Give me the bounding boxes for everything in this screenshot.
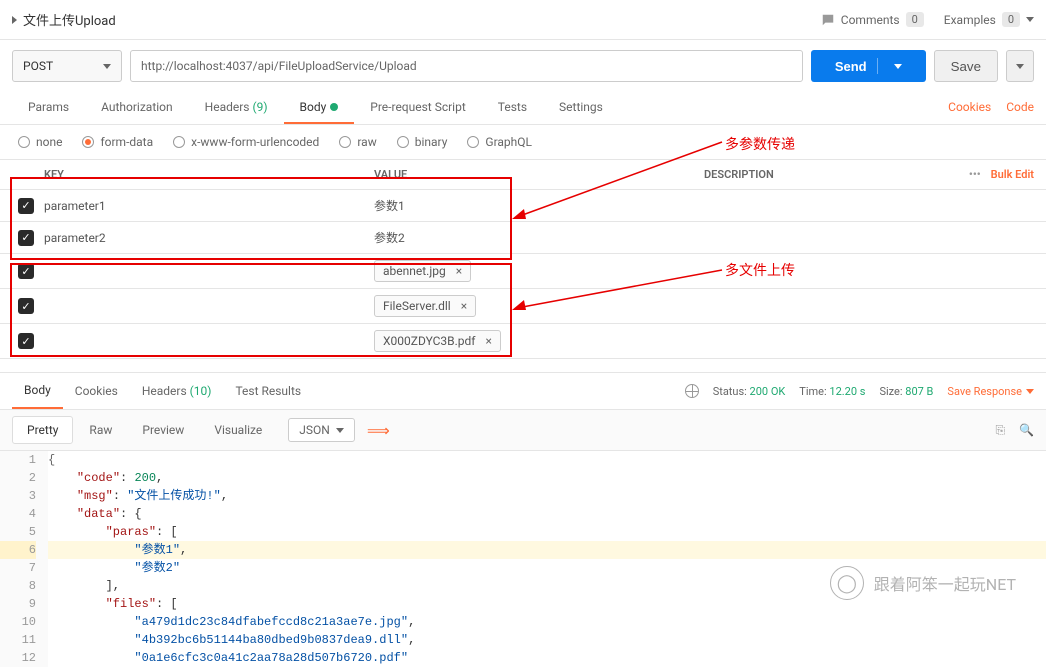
send-button[interactable]: Send: [811, 50, 926, 82]
chevron-down-icon: [103, 64, 111, 69]
row-checkbox[interactable]: [18, 298, 34, 314]
key-cell[interactable]: parameter1: [44, 193, 374, 219]
value-cell[interactable]: 参数2: [374, 223, 704, 252]
url-input[interactable]: http://localhost:4037/api/FileUploadServ…: [130, 50, 803, 82]
wechat-icon: ◯: [830, 566, 864, 600]
column-description: DESCRIPTION •••Bulk Edit: [704, 168, 1046, 181]
tab-prerequest[interactable]: Pre-request Script: [354, 92, 481, 124]
viewer-preview[interactable]: Preview: [128, 417, 198, 443]
request-builder: POST http://localhost:4037/api/FileUploa…: [0, 40, 1046, 92]
radio-binary[interactable]: binary: [397, 135, 448, 149]
comments-button[interactable]: Comments 0: [821, 12, 924, 27]
search-icon[interactable]: 🔍: [1019, 423, 1034, 437]
row-checkbox[interactable]: [18, 333, 34, 349]
key-cell[interactable]: [44, 300, 374, 312]
tab-tests[interactable]: Tests: [482, 92, 543, 124]
tab-settings[interactable]: Settings: [543, 92, 619, 124]
tab-body[interactable]: Body: [284, 92, 355, 124]
method-select[interactable]: POST: [12, 50, 122, 82]
collapse-icon[interactable]: [12, 16, 17, 24]
response-viewer-bar: Pretty Raw Preview Visualize JSON ⟹ ⎘ 🔍: [0, 410, 1046, 451]
copy-icon[interactable]: ⎘: [995, 423, 1005, 438]
annotation-text: 多参数传递: [725, 134, 795, 154]
file-chip[interactable]: X000ZDYC3B.pdf×: [374, 330, 501, 352]
size-value: 807 B: [905, 385, 933, 398]
table-row: abennet.jpg×: [0, 254, 1046, 289]
viewer-raw[interactable]: Raw: [75, 417, 126, 443]
table-row: parameter1 参数1: [0, 190, 1046, 222]
cookies-link[interactable]: Cookies: [948, 100, 991, 114]
key-cell[interactable]: parameter2: [44, 225, 374, 251]
save-response-button[interactable]: Save Response: [947, 385, 1034, 398]
file-chip[interactable]: FileServer.dll×: [374, 295, 476, 317]
request-header: 文件上传Upload Comments 0 Examples 0: [0, 0, 1046, 40]
radio-none[interactable]: none: [18, 135, 62, 149]
line-gutter: 123456789101112: [0, 451, 48, 667]
remove-file-icon[interactable]: ×: [461, 299, 467, 313]
table-row: FileServer.dll×: [0, 289, 1046, 324]
response-tab-body[interactable]: Body: [12, 373, 63, 409]
column-options[interactable]: •••: [969, 168, 981, 181]
table-row: X000ZDYC3B.pdf×: [0, 324, 1046, 359]
tab-params[interactable]: Params: [12, 92, 85, 124]
annotation-text: 多文件上传: [725, 260, 795, 280]
radio-formdata[interactable]: form-data: [82, 135, 153, 149]
response-tab-headers[interactable]: Headers (10): [130, 374, 224, 408]
chevron-down-icon: [894, 64, 902, 69]
value-cell[interactable]: 参数1: [374, 191, 704, 220]
chevron-down-icon: [1026, 17, 1034, 22]
row-checkbox[interactable]: [18, 263, 34, 279]
formdata-table-header: KEY VALUE DESCRIPTION •••Bulk Edit: [0, 160, 1046, 190]
response-tab-test-results[interactable]: Test Results: [223, 374, 313, 408]
radio-raw[interactable]: raw: [339, 135, 376, 149]
watermark: ◯ 跟着阿笨一起玩NET: [830, 566, 1016, 600]
save-button[interactable]: Save: [934, 50, 998, 82]
radio-graphql[interactable]: GraphQL: [467, 135, 532, 149]
code-link[interactable]: Code: [1006, 100, 1034, 114]
save-dropdown[interactable]: [1006, 50, 1034, 82]
key-cell[interactable]: [44, 265, 374, 277]
remove-file-icon[interactable]: ×: [485, 334, 491, 348]
format-select[interactable]: JSON: [288, 418, 355, 442]
column-key: KEY: [44, 168, 374, 181]
key-cell[interactable]: [44, 335, 374, 347]
time-value: 12.20 s: [829, 385, 865, 398]
viewer-visualize[interactable]: Visualize: [200, 417, 276, 443]
row-checkbox[interactable]: [18, 230, 34, 246]
bulk-edit-link[interactable]: Bulk Edit: [991, 168, 1034, 181]
file-chip[interactable]: abennet.jpg×: [374, 260, 471, 282]
radio-urlencoded[interactable]: x-www-form-urlencoded: [173, 135, 319, 149]
response-body[interactable]: 123456789101112 { "code": 200, "msg": "文…: [0, 451, 1046, 667]
comment-icon: [821, 13, 835, 27]
column-value: VALUE: [374, 168, 704, 181]
request-title: 文件上传Upload: [23, 10, 116, 29]
wrap-icon[interactable]: ⟹: [367, 421, 390, 440]
table-row: parameter2 参数2: [0, 222, 1046, 254]
modified-dot-icon: [330, 103, 338, 111]
tab-headers[interactable]: Headers (9): [189, 92, 284, 124]
remove-file-icon[interactable]: ×: [456, 264, 462, 278]
response-tab-cookies[interactable]: Cookies: [63, 374, 130, 408]
status-value: 200 OK: [750, 385, 786, 398]
globe-icon[interactable]: [685, 384, 699, 398]
tab-authorization[interactable]: Authorization: [85, 92, 189, 124]
request-tabs: Params Authorization Headers (9) Body Pr…: [0, 92, 1046, 125]
examples-button[interactable]: Examples 0: [944, 12, 1034, 27]
viewer-pretty[interactable]: Pretty: [12, 416, 73, 444]
row-checkbox[interactable]: [18, 198, 34, 214]
body-type-selector: none form-data x-www-form-urlencoded raw…: [0, 125, 1046, 160]
response-header: Body Cookies Headers (10) Test Results S…: [0, 373, 1046, 410]
